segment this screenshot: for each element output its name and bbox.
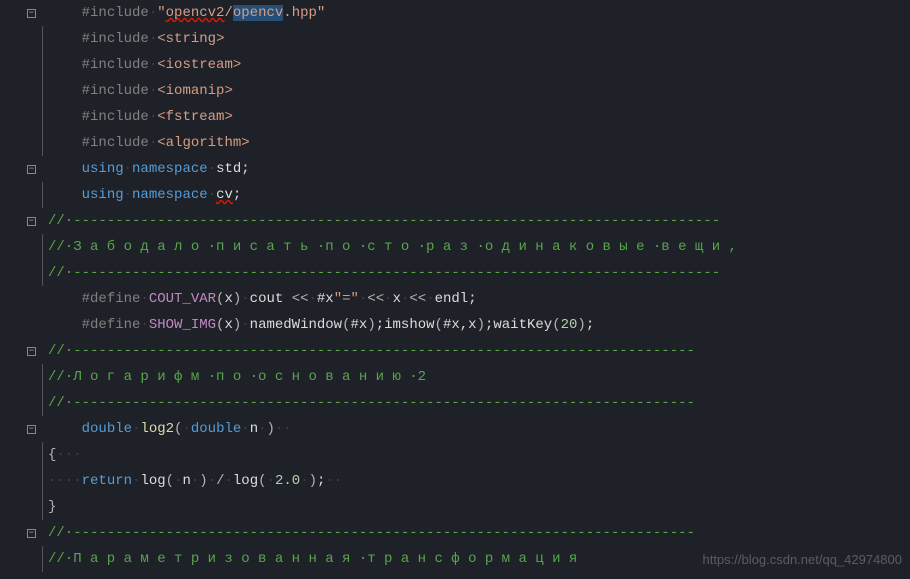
indent-guide bbox=[42, 26, 43, 52]
code-line[interactable]: − //·-----------------------------------… bbox=[0, 208, 910, 234]
comment-divider: //·-------------------------------------… bbox=[48, 213, 720, 229]
comment-text: //·Л о г а р и ф м ·п о ·о с н о в а н и… bbox=[48, 369, 426, 385]
comment-text: //·З а б о д а л о ·п и с а т ь ·п о ·с … bbox=[48, 239, 737, 255]
code-line[interactable]: } bbox=[0, 494, 910, 520]
comment-text: //·П а р а м е т р и з о в а н н а я ·т … bbox=[48, 551, 577, 567]
fold-minus-icon[interactable]: − bbox=[27, 9, 36, 18]
fold-minus-icon[interactable]: − bbox=[27, 217, 36, 226]
code-line[interactable]: − double·log2(·double·n·)·· bbox=[0, 416, 910, 442]
fold-minus-icon[interactable]: − bbox=[27, 529, 36, 538]
code-editor[interactable]: − #include·"opencv2/opencv.hpp" #include… bbox=[0, 0, 910, 572]
code-line[interactable]: − //·-----------------------------------… bbox=[0, 520, 910, 546]
code-line[interactable]: {··· bbox=[0, 442, 910, 468]
code-line[interactable]: //·З а б о д а л о ·п и с а т ь ·п о ·с … bbox=[0, 234, 910, 260]
code-line[interactable]: #define·SHOW_IMG(x)·namedWindow(#x);imsh… bbox=[0, 312, 910, 338]
code-line[interactable]: − //·-----------------------------------… bbox=[0, 338, 910, 364]
code-line[interactable]: ····return·log(·n·)·/·log(·2.0·);·· bbox=[0, 468, 910, 494]
watermark-text: https://blog.csdn.net/qq_42974800 bbox=[703, 547, 903, 573]
brace-close: } bbox=[48, 499, 56, 515]
code-line[interactable]: using·namespace·cv; bbox=[0, 182, 910, 208]
comment-divider: //·-------------------------------------… bbox=[48, 525, 695, 541]
return-kw: return bbox=[82, 473, 132, 489]
code-line[interactable]: //·Л о г а р и ф м ·п о ·о с н о в а н и… bbox=[0, 364, 910, 390]
cv-namespace: cv bbox=[216, 187, 233, 203]
fold-minus-icon[interactable]: − bbox=[27, 425, 36, 434]
comment-divider: //·-------------------------------------… bbox=[48, 343, 695, 359]
double-kw: double bbox=[82, 421, 132, 437]
fold-minus-icon[interactable]: − bbox=[27, 165, 36, 174]
macro-show-img: SHOW_IMG bbox=[149, 317, 216, 333]
fold-minus-icon[interactable]: − bbox=[27, 347, 36, 356]
fn-log2: log2 bbox=[140, 421, 174, 437]
